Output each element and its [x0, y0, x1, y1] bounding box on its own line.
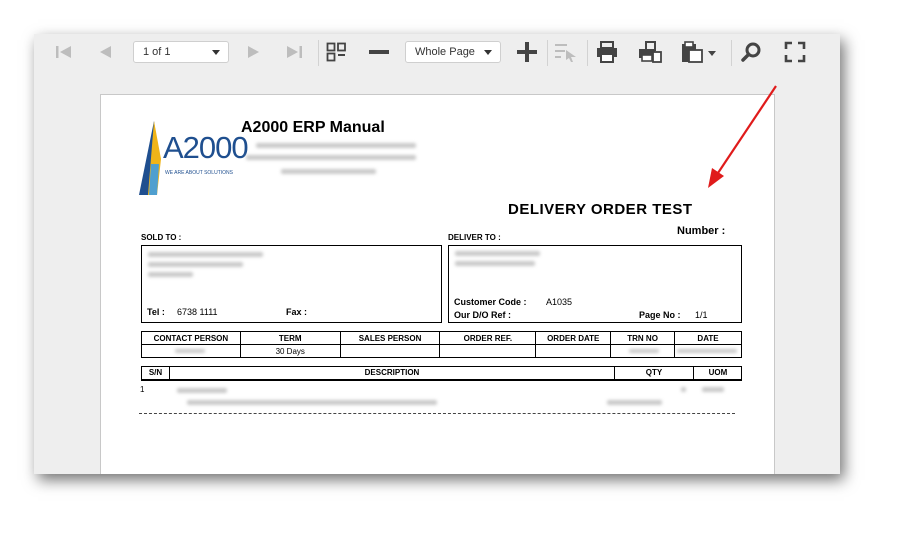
cell-date: [674, 344, 742, 358]
zoom-out-icon[interactable]: [366, 40, 392, 64]
logo-text: A2000: [163, 130, 249, 165]
redacted-text: [187, 400, 437, 405]
redacted-address: [256, 143, 416, 148]
print-icon[interactable]: [594, 40, 620, 64]
toolbar-separator: [547, 40, 548, 66]
table-row: 30 Days: [141, 344, 742, 358]
select-tool-icon[interactable]: [552, 40, 580, 64]
header-qty: QTY: [645, 368, 663, 377]
first-page-icon[interactable]: [52, 40, 76, 64]
page-selector-label: 1 of 1: [143, 46, 171, 58]
redacted-text: [677, 349, 738, 353]
customer-code-value: A1035: [546, 297, 573, 307]
fullscreen-icon[interactable]: [782, 40, 808, 64]
print-page-icon[interactable]: [637, 40, 663, 64]
sold-to-label: SOLD TO :: [141, 233, 182, 242]
cell-contact-person: [141, 344, 241, 358]
page-no-label: Page No :: [639, 310, 681, 320]
header-uom: UOM: [708, 368, 728, 377]
logo-tagline: WE ARE ABOUT SOLUTIONS: [165, 170, 233, 176]
redacted-address: [246, 155, 416, 160]
tel-value: 6738 1111: [177, 307, 218, 317]
tel-label: Tel :: [147, 307, 165, 317]
redacted-address: [281, 169, 376, 174]
prev-page-icon[interactable]: [94, 40, 118, 64]
zoom-selector-label: Whole Page: [415, 46, 475, 58]
chevron-down-icon: [484, 50, 492, 55]
fax-label: Fax :: [286, 307, 308, 317]
redacted-text: [148, 252, 263, 257]
company-logo: A2000 WE ARE ABOUT SOLUTIONS: [137, 119, 249, 199]
header-order-ref: ORDER REF.: [439, 331, 537, 345]
redacted-text: [148, 272, 193, 277]
chevron-down-icon: [212, 50, 220, 55]
redacted-text: [629, 349, 660, 353]
toolbar: 1 of 1 Whole Page: [34, 34, 840, 70]
table-header-row: CONTACT PERSON TERM SALES PERSON ORDER R…: [141, 331, 742, 345]
header-sales-person: SALES PERSON: [339, 331, 441, 345]
header-order-date: ORDER DATE: [535, 331, 612, 345]
header-trn-no: TRN NO: [610, 331, 676, 345]
order-info-table: CONTACT PERSON TERM SALES PERSON ORDER R…: [141, 331, 742, 358]
page-selector[interactable]: 1 of 1: [133, 41, 229, 63]
cell-term: 30 Days: [239, 344, 341, 358]
customer-code-label: Customer Code :: [454, 297, 527, 307]
company-title: A2000 ERP Manual: [241, 119, 385, 136]
cell-sales-person: [339, 344, 441, 358]
deliver-to-box: Customer Code : A1035 Our D/O Ref : Page…: [448, 245, 742, 323]
page-no-value: 1/1: [695, 310, 708, 320]
header-date: DATE: [674, 331, 742, 345]
redacted-text: [681, 387, 686, 392]
toolbar-separator: [318, 40, 319, 66]
header-term: TERM: [239, 331, 341, 345]
next-page-icon[interactable]: [241, 40, 265, 64]
last-page-icon[interactable]: [282, 40, 306, 64]
header-sn: S/N: [148, 368, 163, 377]
redacted-text: [175, 349, 205, 353]
report-page: A2000 WE ARE ABOUT SOLUTIONS A2000 ERP M…: [100, 94, 775, 474]
zoom-selector[interactable]: Whole Page: [405, 41, 501, 63]
export-icon[interactable]: [680, 40, 720, 64]
zoom-in-icon[interactable]: [514, 40, 540, 64]
line-sn: 1: [140, 385, 145, 394]
dashed-divider: [139, 413, 735, 414]
cell-order-ref: [439, 344, 537, 358]
toolbar-separator: [731, 40, 732, 66]
deliver-to-label: DELIVER TO :: [448, 233, 501, 242]
cell-order-date: [535, 344, 612, 358]
header-contact-person: CONTACT PERSON: [141, 331, 241, 345]
redacted-text: [702, 387, 724, 392]
our-do-ref-label: Our D/O Ref :: [454, 310, 512, 320]
annotation-arrow: [708, 85, 777, 188]
items-header: S/N DESCRIPTION QTY UOM: [141, 366, 742, 381]
number-label: Number :: [677, 225, 726, 237]
search-icon[interactable]: [740, 40, 764, 64]
multi-page-icon[interactable]: [324, 40, 350, 64]
redacted-text: [607, 400, 662, 405]
cell-trn-no: [610, 344, 676, 358]
redacted-text: [148, 262, 243, 267]
document-title: DELIVERY ORDER TEST: [508, 201, 693, 218]
header-description: DESCRIPTION: [364, 368, 420, 377]
redacted-text: [177, 388, 227, 393]
redacted-text: [455, 251, 540, 256]
sold-to-box: Tel : 6738 1111 Fax :: [141, 245, 442, 323]
redacted-text: [455, 261, 535, 266]
toolbar-separator: [587, 40, 588, 66]
